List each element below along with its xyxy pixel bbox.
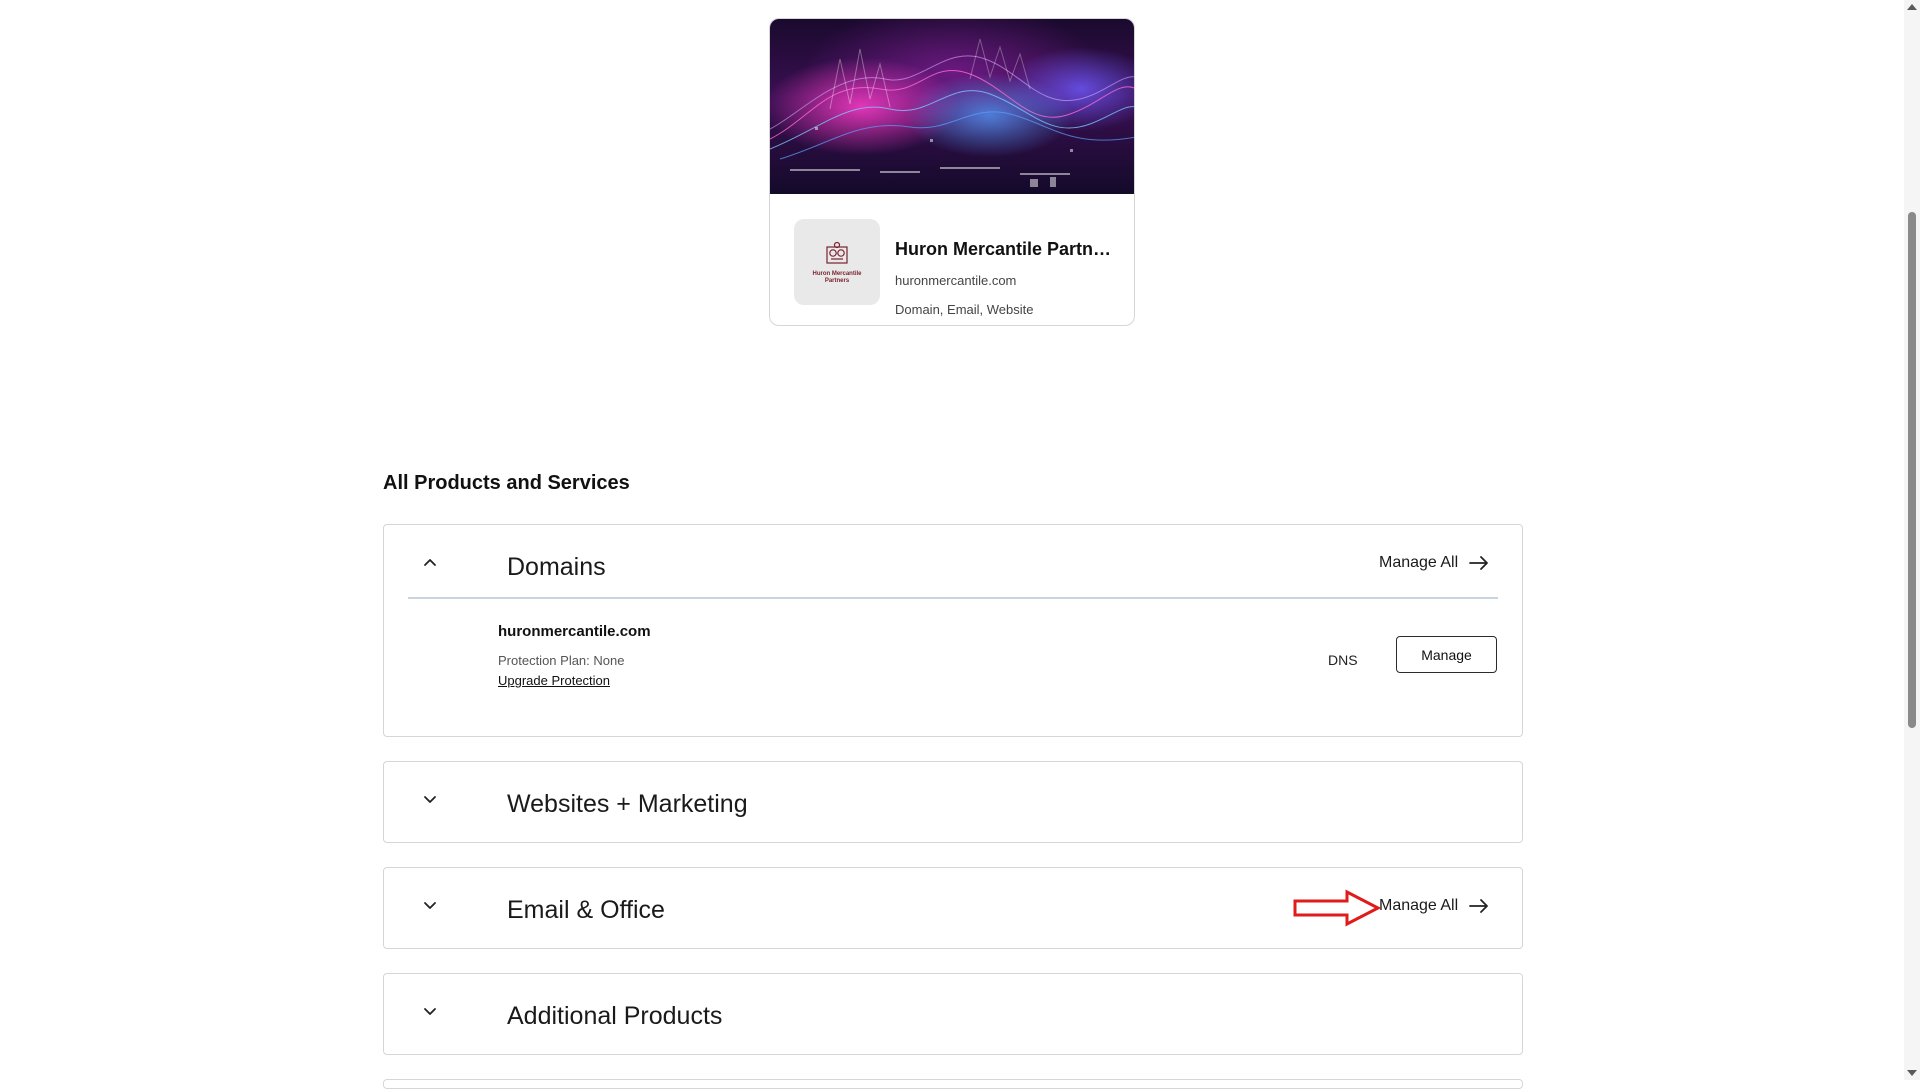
email-expand-toggle[interactable] <box>418 893 442 917</box>
domains-manage-all-link[interactable]: Manage All <box>1379 551 1490 575</box>
scroll-down-arrow-icon[interactable] <box>1907 1070 1917 1076</box>
manage-domain-button[interactable]: Manage <box>1396 636 1497 673</box>
business-logo: Huron Mercantile Partners <box>794 219 880 305</box>
card-banner-image <box>770 19 1134 194</box>
email-manage-all-link[interactable]: Manage All <box>1379 894 1490 918</box>
websites-panel[interactable]: Websites + Marketing <box>383 761 1523 843</box>
next-panel-edge <box>383 1079 1523 1089</box>
business-name: Huron Mercantile Partners <box>895 239 1120 259</box>
red-outline-arrow-icon <box>1293 889 1382 927</box>
scroll-up-arrow-icon[interactable] <box>1907 4 1917 10</box>
arrow-right-icon <box>1469 899 1489 913</box>
upgrade-protection-link[interactable]: Upgrade Protection <box>498 673 610 688</box>
products-heading: All Products and Services <box>383 472 630 494</box>
business-logo-icon <box>826 241 848 264</box>
protection-plan: Protection Plan: None <box>498 653 625 668</box>
domains-title: Domains <box>507 553 606 581</box>
chevron-down-icon <box>424 1008 436 1015</box>
business-services: Domain, Email, Website <box>895 302 1034 317</box>
vertical-scrollbar[interactable] <box>1904 0 1920 1080</box>
chevron-down-icon <box>424 796 436 803</box>
additional-expand-toggle[interactable] <box>418 999 442 1023</box>
domain-name: huronmercantile.com <box>498 623 651 640</box>
arrow-right-icon <box>1469 556 1489 570</box>
domains-divider <box>408 597 1498 599</box>
business-card[interactable]: Huron Mercantile Partners Huron Mercanti… <box>769 18 1135 326</box>
business-domain: huronmercantile.com <box>895 273 1017 288</box>
dns-link[interactable]: DNS <box>1328 652 1358 668</box>
domains-collapse-toggle[interactable] <box>418 551 442 575</box>
chevron-up-icon <box>424 559 436 566</box>
manage-all-label: Manage All <box>1379 897 1459 914</box>
scroll-thumb[interactable] <box>1908 212 1916 728</box>
websites-expand-toggle[interactable] <box>418 787 442 811</box>
websites-title: Websites + Marketing <box>507 790 748 818</box>
chevron-down-icon <box>424 902 436 909</box>
email-title: Email & Office <box>507 896 665 924</box>
manage-all-label: Manage All <box>1379 554 1459 571</box>
additional-products-panel[interactable]: Additional Products <box>383 973 1523 1055</box>
domains-panel: Domains Manage All huronmercantile.com P… <box>383 524 1523 737</box>
business-logo-text: Huron Mercantile Partners <box>812 271 862 284</box>
additional-title: Additional Products <box>507 1002 723 1030</box>
